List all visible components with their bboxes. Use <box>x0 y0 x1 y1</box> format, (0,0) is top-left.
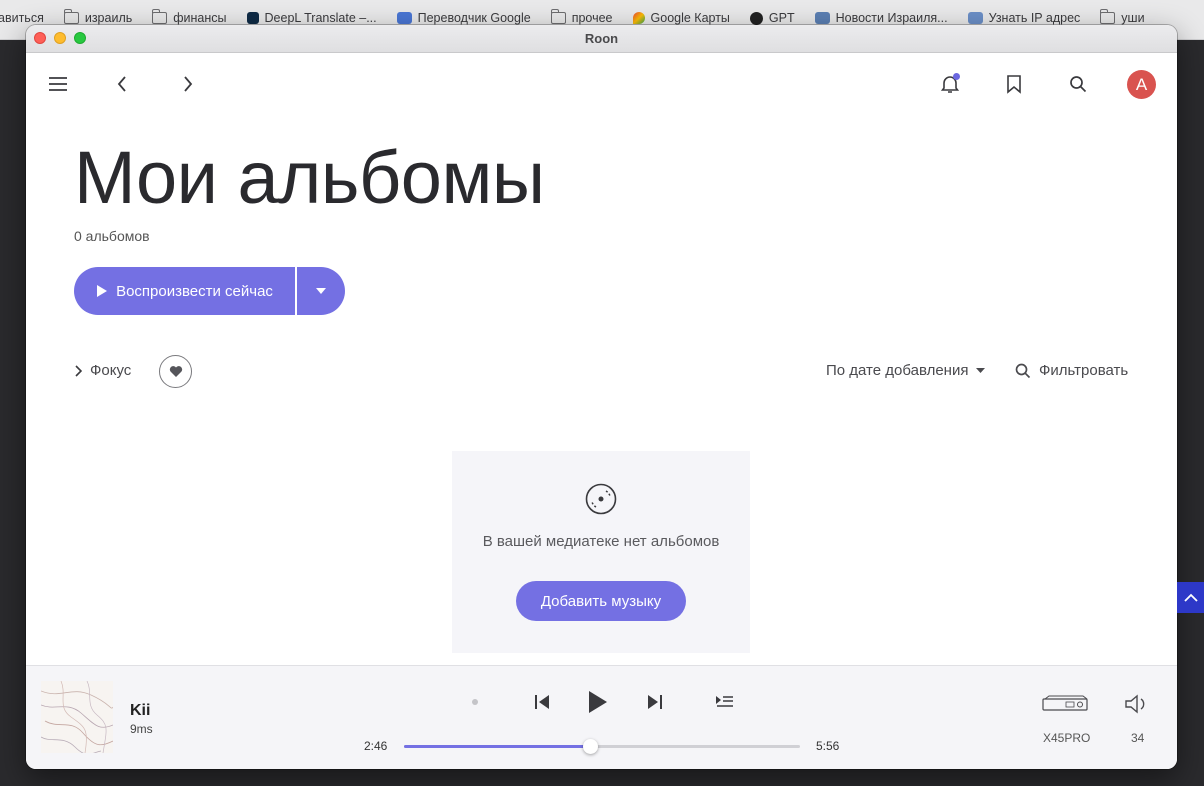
add-music-button[interactable]: Добавить музыку <box>516 581 686 621</box>
bookmark-google-maps[interactable]: Google Карты <box>632 11 730 25</box>
play-now-group: Воспроизвести сейчас <box>74 267 345 315</box>
folder-icon <box>63 9 79 24</box>
title-bar: Roon <box>26 25 1177 53</box>
elapsed-time: 2:46 <box>364 739 388 753</box>
bookmark-deepl[interactable]: DeepL Translate –... <box>246 11 377 25</box>
album-count: 0 альбомов <box>74 228 150 244</box>
deepl-icon <box>246 12 259 24</box>
album-art-image <box>41 681 113 753</box>
page-title: Мои альбомы <box>74 136 545 219</box>
focus-toggle[interactable]: Фокус <box>74 362 131 379</box>
album-cover[interactable] <box>41 681 113 753</box>
heart-icon <box>169 366 182 377</box>
chevron-right-icon <box>184 76 193 92</box>
bookmark-icon <box>1007 75 1021 94</box>
filter-button[interactable]: Фильтровать <box>1015 362 1128 379</box>
google-translate-icon <box>396 12 412 24</box>
dot-icon <box>472 699 478 705</box>
queue-button[interactable] <box>712 690 736 714</box>
play-icon <box>97 285 108 297</box>
play-now-label: Воспроизвести сейчас <box>116 282 273 300</box>
bookmark-folder-ears[interactable]: уши <box>1100 9 1145 25</box>
volume-level: 34 <box>1131 731 1145 745</box>
seek-handle[interactable] <box>583 739 599 754</box>
favorites-filter-button[interactable] <box>159 355 192 388</box>
bookmark-news[interactable]: Новости Израиля... <box>814 11 948 25</box>
caret-down-icon <box>316 288 326 294</box>
ip-icon <box>967 12 983 24</box>
empty-library-card: В вашей медиатеке нет альбомов Добавить … <box>452 451 750 653</box>
player-bar: Kii 9ms 2:46 5:56 X45PRO 34 <box>26 665 1177 769</box>
bookmark-gpt[interactable]: GPT <box>749 11 795 25</box>
previous-track-button[interactable] <box>530 690 554 714</box>
focus-label: Фокус <box>90 362 132 379</box>
bookmark-folder-israel[interactable]: израиль <box>63 9 132 25</box>
skip-back-icon <box>535 695 549 709</box>
play-now-button[interactable]: Воспроизвести сейчас <box>74 267 295 315</box>
search-icon <box>1015 363 1031 378</box>
speaker-icon <box>1125 694 1145 714</box>
folder-icon <box>152 9 168 24</box>
search-button[interactable] <box>1062 68 1094 100</box>
audio-device-icon <box>1042 695 1088 711</box>
track-title[interactable]: Kii <box>130 702 150 720</box>
total-time: 5:56 <box>816 739 840 753</box>
seek-bar-fill <box>404 745 591 748</box>
openai-icon <box>749 11 763 25</box>
chevron-up-icon <box>1183 593 1198 602</box>
radio-toggle-button[interactable] <box>466 693 484 711</box>
queue-icon <box>715 696 733 707</box>
back-button[interactable] <box>106 68 138 100</box>
sort-dropdown[interactable]: По дате добавления <box>826 362 986 379</box>
app-toolbar: A <box>26 53 1177 117</box>
news-icon <box>814 12 830 24</box>
bookmark-folder-finance[interactable]: финансы <box>152 9 227 25</box>
hamburger-icon <box>49 77 67 91</box>
menu-button[interactable] <box>42 68 74 100</box>
roon-window: Roon A Мои альбомы 0 альбомов Воспроизве… <box>26 25 1177 769</box>
window-title: Roon <box>584 31 619 46</box>
notification-badge <box>953 73 960 80</box>
empty-message: В вашей медиатеке нет альбомов <box>482 533 720 550</box>
scroll-top-button[interactable] <box>1177 582 1204 613</box>
disc-icon <box>585 483 617 515</box>
forward-button[interactable] <box>172 68 204 100</box>
bookmark-ip[interactable]: Узнать IP адрес <box>967 11 1080 25</box>
track-artist[interactable]: 9ms <box>130 722 153 736</box>
next-track-button[interactable] <box>643 690 667 714</box>
bookmarks-button[interactable] <box>998 68 1030 100</box>
skip-forward-icon <box>648 695 662 709</box>
zone-name[interactable]: X45PRO <box>1043 731 1090 745</box>
seek-bar[interactable] <box>404 739 800 754</box>
folder-icon <box>1100 9 1116 24</box>
volume-button[interactable] <box>1122 692 1150 716</box>
google-maps-icon <box>632 12 645 24</box>
play-options-dropdown[interactable] <box>297 267 345 315</box>
folder-icon <box>550 9 566 24</box>
chevron-left-icon <box>117 76 126 92</box>
caret-down-icon <box>976 368 986 373</box>
notifications-button[interactable] <box>934 68 966 100</box>
bookmark-item[interactable]: авиться <box>0 11 44 25</box>
sort-label: По дате добавления <box>826 362 969 379</box>
play-pause-button[interactable] <box>582 686 614 718</box>
search-icon <box>1070 76 1087 93</box>
play-icon <box>589 691 607 713</box>
bookmark-folder-other[interactable]: прочее <box>550 9 613 25</box>
user-avatar[interactable]: A <box>1127 70 1156 99</box>
chevron-right-icon <box>75 364 82 377</box>
bookmark-google-translate[interactable]: Переводчик Google <box>396 11 531 25</box>
zone-button[interactable] <box>1041 692 1091 716</box>
filter-label: Фильтровать <box>1039 362 1129 379</box>
